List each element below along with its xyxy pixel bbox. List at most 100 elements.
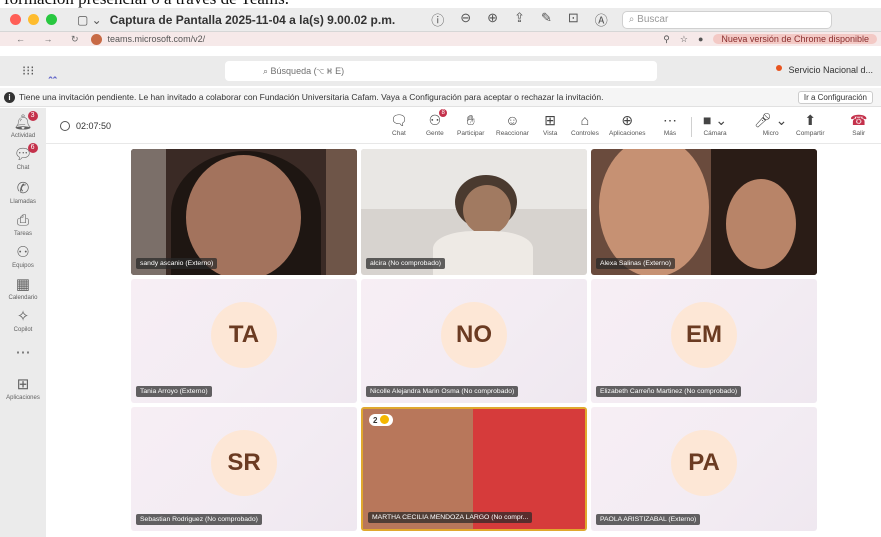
participant-tile[interactable]: PA PAOLA ARISTIZABAL (Externo) (591, 407, 817, 531)
meeting-header: 02:07:50 🗨︎ Chat ⚇ 8 Gente ✋︎ Participar … (46, 108, 881, 144)
phone-icon: ✆ (16, 180, 30, 197)
apps-icon: ⊕ (621, 112, 634, 128)
chat-icon: 💬︎ 6 (13, 143, 38, 163)
rail-item-calendar[interactable]: ▦ Calendario (0, 276, 46, 302)
video-stage: sandy ascanio (Externo) alcira (No compr… (46, 145, 881, 537)
participant-tile[interactable]: sandy ascanio (Externo) (131, 149, 357, 275)
url-field[interactable]: teams.microsoft.com/v2/ (108, 34, 206, 44)
participant-tile[interactable]: Alexa Salinas (Externo) (591, 149, 817, 275)
people-icon: ⚇ 8 (429, 109, 448, 129)
tasks-icon: ⎙ (16, 212, 29, 229)
rail-label: Actividad (10, 133, 36, 139)
participant-name: Tania Arroyo (Externo) (136, 386, 212, 397)
rail-item-apps[interactable]: ⊞ Aplicaciones (0, 376, 46, 402)
mic-icon: 🎤︎ ⌄ (754, 112, 788, 128)
search-icon: ⌕ (263, 66, 271, 76)
control-label: Micro (762, 130, 779, 137)
control-label: Salir (852, 130, 866, 137)
info-icon[interactable]: ⓘ (431, 10, 444, 29)
leave-button[interactable]: ☎ Salir (850, 111, 867, 137)
participant-name: sandy ascanio (Externo) (136, 258, 218, 269)
close-window-button[interactable] (10, 14, 21, 25)
video-face (463, 185, 511, 235)
share-button[interactable]: ⬆ Compartir (796, 111, 825, 137)
apps-button[interactable]: ⊕ Aplicaciones (609, 111, 646, 137)
video-body (433, 231, 533, 275)
calendar-icon: ▦ (15, 276, 31, 293)
react-button[interactable]: ☺ Reaccionar (496, 111, 529, 137)
participant-avatar: NO (441, 302, 507, 368)
view-button[interactable]: ⊞ Vista (543, 111, 557, 137)
document-banner: formación presencial o a través de Teams… (0, 0, 881, 8)
rail-item-more[interactable]: ⋯ (0, 344, 46, 362)
people-button[interactable]: ⚇ 8 Gente (426, 109, 448, 137)
sidebar-toggle-icon[interactable]: ▢ ⌄ (77, 13, 102, 27)
site-favicon-icon (90, 33, 102, 45)
org-switcher[interactable]: Servicio Nacional d... (772, 65, 873, 75)
minimize-window-button[interactable] (28, 14, 39, 25)
participant-tile[interactable]: TA Tania Arroyo (Externo) (131, 279, 357, 403)
invitation-banner: i Tiene una invitación pendiente. Le han… (0, 88, 881, 107)
titlebar-search-input[interactable]: ⌕ Buscar (621, 10, 832, 29)
rail-item-copilot[interactable]: ✧ Copilot (0, 308, 46, 334)
search-icon: ⌕ (628, 13, 638, 25)
add-apps-icon: ⊞ (16, 376, 30, 393)
zoom-in-icon[interactable]: ⊕ (487, 10, 498, 29)
rail-item-chat[interactable]: 💬︎ 6 Chat (0, 143, 46, 171)
participant-avatar: TA (211, 302, 277, 368)
annotate-icon[interactable]: Ⓐ (595, 10, 608, 29)
rail-item-tasks[interactable]: ⎙ Tareas (0, 212, 46, 238)
back-forward-reload-icons[interactable]: ← → ↻ (16, 34, 87, 45)
participant-tile[interactable]: EM Elizabeth Carreño Martinez (No compro… (591, 279, 817, 403)
rail-item-activity[interactable]: 🔔︎ 3 Actividad (0, 111, 46, 139)
mic-button[interactable]: 🎤︎ ⌄ Micro (754, 111, 787, 137)
camera-button[interactable]: ■ ⌄ Cámara (703, 111, 727, 137)
settings-button[interactable]: Ir a Configuración (797, 91, 873, 104)
share-icon[interactable]: ⇪ (514, 10, 525, 29)
copilot-icon: ✧ (16, 308, 30, 325)
chrome-update-button[interactable]: Nueva versión de Chrome disponible (713, 34, 877, 44)
video-face (726, 179, 796, 269)
preview-toolbar: ⓘ ⊖ ⊕ ⇪ ✎ ⊡ Ⓐ (431, 10, 608, 29)
zoom-window-button[interactable] (46, 14, 57, 25)
control-label: Gente (426, 130, 444, 137)
video-face (186, 155, 301, 275)
window-title: Captura de Pantalla 2025-11-04 a la(s) 9… (109, 12, 396, 27)
video-background (326, 149, 357, 275)
camera-off-icon: ■ ⌄ (703, 112, 728, 128)
zoom-out-icon[interactable]: ⊖ (460, 10, 471, 29)
browser-bar: ← → ↻ teams.microsoft.com/v2/ ⚲ ☆ ● Nuev… (0, 32, 881, 46)
participant-name: Sebastian Rodriguez (No comprobado) (136, 514, 262, 525)
control-label: Compartir (796, 130, 825, 137)
teams-search-input[interactable]: ⌕ Búsqueda (⌥ ⌘ E) (225, 61, 657, 81)
reaction-count: 2 (373, 416, 378, 425)
people-badge: 8 (439, 109, 448, 117)
more-button[interactable]: ⋯ Más (663, 111, 677, 137)
extension-icon[interactable]: ⚲ (663, 34, 670, 45)
control-label: Vista (543, 130, 558, 137)
participant-name: PAOLA ARISTIZABAL (Externo) (596, 514, 701, 525)
window-titlebar: ▢ ⌄ Captura de Pantalla 2025-11-04 a la(… (0, 8, 881, 32)
participant-tile-active-speaker[interactable]: 2 MARTHA CECILIA MENDOZA LARGO (No compr… (361, 407, 587, 531)
participant-tile[interactable]: NO Nicolle Alejandra Marin Osma (No comp… (361, 279, 587, 403)
app-launcher-icon[interactable]: ⁝⁝⁝ (22, 63, 34, 79)
control-label: Cámara (703, 130, 727, 137)
participant-tile[interactable]: SR Sebastian Rodriguez (No comprobado) (131, 407, 357, 531)
controls-button[interactable]: ⌂ Controles (571, 111, 599, 137)
participant-name: Alexa Salinas (Externo) (596, 258, 676, 269)
participant-tile[interactable]: alcira (No comprobado) (361, 149, 587, 275)
participant-avatar: EM (671, 302, 737, 368)
profile-icon[interactable]: ● (698, 34, 703, 44)
meeting-info-icon[interactable] (60, 121, 70, 131)
participant-video (363, 409, 585, 529)
rail-item-calls[interactable]: ✆ Llamadas (0, 180, 46, 206)
markup-icon[interactable]: ✎ (541, 10, 552, 29)
chat-button[interactable]: 🗨︎ Chat (390, 111, 408, 137)
bookmark-icon[interactable]: ☆ (680, 34, 688, 45)
raise-hand-button[interactable]: ✋︎ Participar (457, 111, 484, 137)
control-label: Aplicaciones (609, 130, 646, 137)
rail-item-teams[interactable]: ⚇ Equipos (0, 244, 46, 270)
rotate-icon[interactable]: ⊡ (568, 10, 579, 29)
rail-label: Chat (16, 165, 30, 171)
participant-video (131, 149, 357, 275)
